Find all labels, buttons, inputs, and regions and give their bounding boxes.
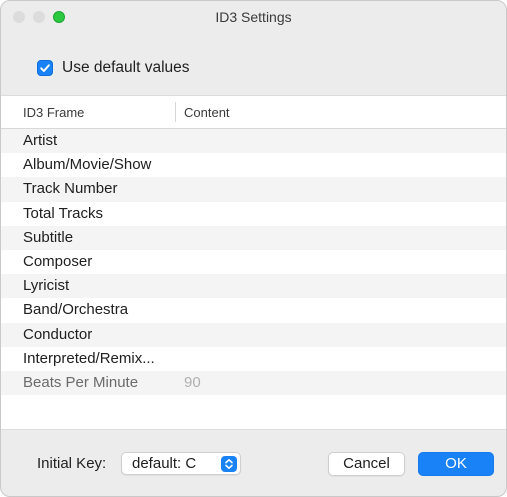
column-separator[interactable] <box>175 102 176 122</box>
table-header: ID3 Frame Content <box>1 96 506 129</box>
use-default-values-checkbox[interactable] <box>37 60 53 76</box>
table-row[interactable]: Conductor <box>1 322 506 347</box>
table-row[interactable]: Artist <box>1 129 506 154</box>
table-row[interactable]: Interpreted/Remix... <box>1 347 506 371</box>
frame-cell: Composer <box>23 252 93 270</box>
frame-cell: Lyricist <box>23 277 70 295</box>
frame-cell: Interpreted/Remix... <box>23 349 155 367</box>
frame-cell: Artist <box>23 132 58 149</box>
updown-chevron-icon <box>221 456 237 472</box>
frame-cell: Conductor <box>23 325 93 343</box>
table-row[interactable]: Lyricist <box>1 274 506 299</box>
table-row[interactable]: Album/Movie/Show <box>1 153 506 177</box>
use-default-values-label: Use default values <box>62 59 190 76</box>
id3-frame-table: ID3 Frame Content Artist Album/Movie/Sho… <box>1 95 506 430</box>
frame-cell: Track Number <box>23 180 118 198</box>
frame-cell: Album/Movie/Show <box>23 156 152 174</box>
table-row[interactable]: Total Tracks <box>1 202 506 226</box>
frame-cell: Beats Per Minute <box>23 373 139 391</box>
content-cell[interactable]: 90 <box>184 371 201 395</box>
frame-cell: Total Tracks <box>23 204 104 222</box>
title-bar: ID3 Settings <box>1 1 506 31</box>
id3-settings-window: ID3 Settings Use default values ID3 Fram… <box>0 0 507 497</box>
frame-cell: Subtitle <box>23 228 74 246</box>
frame-cell: Band/Orchestra <box>23 301 129 319</box>
table-row[interactable]: Track Number <box>1 177 506 202</box>
table-row[interactable]: Subtitle <box>1 225 506 250</box>
window-title: ID3 Settings <box>215 9 292 25</box>
column-header-content[interactable]: Content <box>184 105 230 120</box>
table-row[interactable]: Band/Orchestra <box>1 298 506 322</box>
use-default-values-row[interactable]: Use default values <box>37 57 190 79</box>
table-row[interactable]: Beats Per Minute 90 <box>1 370 506 396</box>
initial-key-select[interactable]: default: C <box>121 452 241 475</box>
column-header-id3-frame[interactable]: ID3 Frame <box>23 105 84 120</box>
initial-key-label: Initial Key: <box>37 455 107 472</box>
ok-button[interactable]: OK <box>418 452 494 476</box>
table-row[interactable]: Composer <box>1 250 506 274</box>
initial-key-value: default: C <box>132 455 197 472</box>
table-body: Artist Album/Movie/Show Track Number Tot… <box>1 129 506 396</box>
cancel-button[interactable]: Cancel <box>328 452 405 476</box>
checkmark-icon <box>40 64 50 72</box>
